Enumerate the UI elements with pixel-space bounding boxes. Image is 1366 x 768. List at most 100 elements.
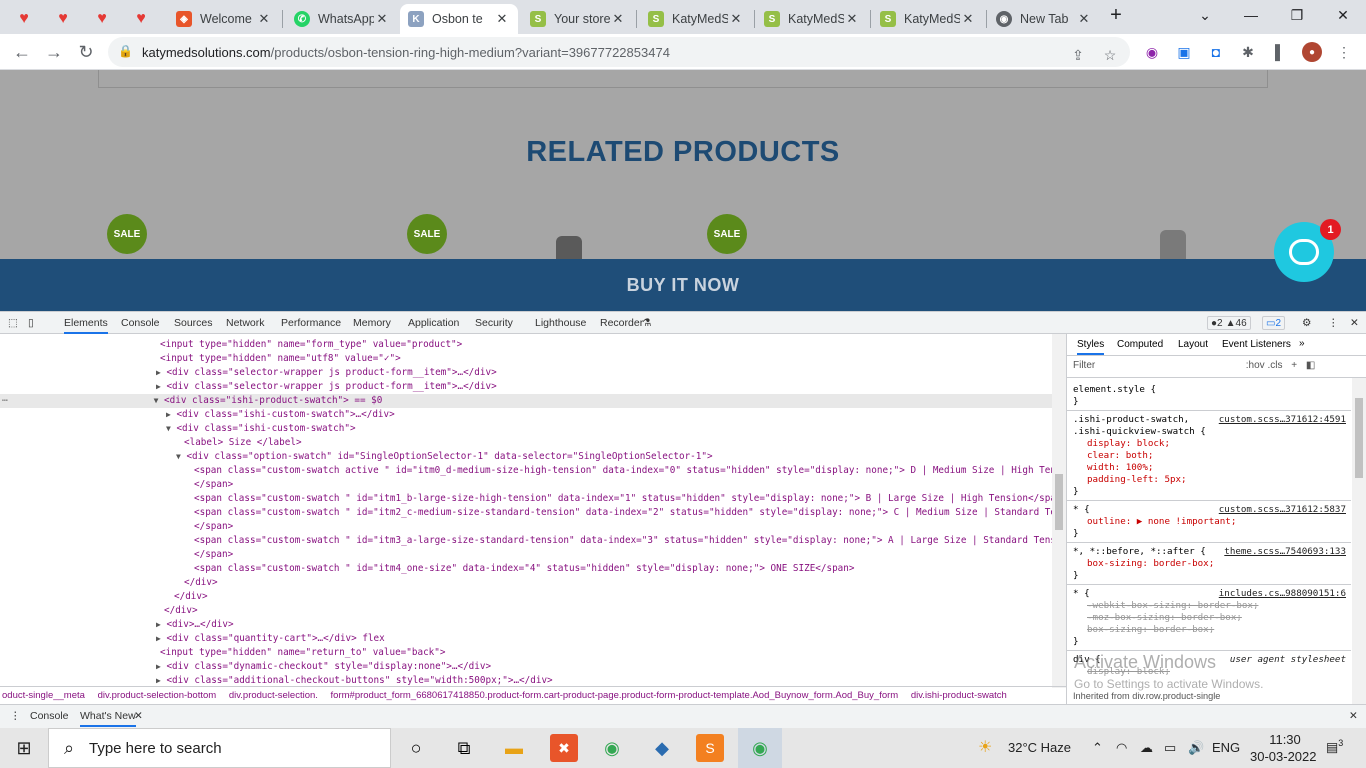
collapse-arrow-icon[interactable]: ▼	[176, 452, 181, 461]
tab-network[interactable]: Network	[226, 317, 265, 329]
scrollbar-thumb[interactable]	[1055, 474, 1063, 530]
tab-lighthouse[interactable]: Lighthouse	[535, 317, 586, 329]
expand-arrow-icon[interactable]: ▶	[156, 368, 161, 377]
weather-icon[interactable]: ☀	[978, 737, 992, 757]
expand-arrow-icon[interactable]: ▶	[156, 634, 161, 643]
more-tabs-icon[interactable]: »	[1299, 338, 1305, 349]
close-icon[interactable]: ✕	[256, 11, 272, 27]
error-warning-counter[interactable]: ● 2 ▲ 46	[1207, 316, 1251, 330]
notification-center-icon[interactable]: ▤3	[1326, 738, 1343, 755]
dom-node[interactable]: <span class="custom-swatch " id="itm2_c-…	[194, 506, 1066, 520]
puzzle-icon[interactable]: ✱	[1238, 42, 1258, 62]
tab-pinned-1[interactable]: ♥	[8, 4, 46, 34]
inspect-icon[interactable]: ⬚	[8, 317, 18, 329]
app-icon[interactable]: ◆	[648, 734, 676, 762]
dom-node[interactable]: <label> Size </label>	[184, 436, 302, 450]
tab-osbon-active[interactable]: K Osbon te ✕	[400, 4, 518, 34]
tab-sources[interactable]: Sources	[174, 317, 213, 329]
hov-cls-toggle[interactable]: :hov .cls	[1246, 360, 1283, 371]
taskbar-search-input[interactable]: ⌕ Type here to search	[48, 728, 391, 768]
breadcrumb-item[interactable]: form#product_form_6680617418850.product-…	[331, 690, 899, 701]
tab-computed[interactable]: Computed	[1117, 339, 1163, 350]
close-icon[interactable]: ✕	[134, 710, 143, 722]
clock-date[interactable]: 30-03-2022	[1250, 749, 1317, 764]
dom-node[interactable]: ▶ <div class="quantity-cart">…</div> fle…	[156, 632, 385, 646]
collapse-arrow-icon[interactable]: ▼	[166, 424, 171, 433]
css-property[interactable]: display: block;	[1087, 438, 1170, 450]
dom-node[interactable]: <span class="custom-swatch " id="itm1_b-…	[194, 492, 1066, 506]
product-image[interactable]	[1160, 230, 1186, 260]
new-tab-button[interactable]: +	[1096, 0, 1136, 30]
css-property[interactable]: width: 100%;	[1087, 462, 1153, 474]
dom-node[interactable]: ▼ <div class="option-swatch" id="SingleO…	[176, 450, 713, 464]
dom-node[interactable]: <input type="hidden" name="return_to" va…	[160, 646, 445, 660]
css-property-overridden[interactable]: -moz-box-sizing: border-box;	[1087, 612, 1242, 624]
tab-layout[interactable]: Layout	[1178, 339, 1208, 350]
tab-application[interactable]: Application	[408, 317, 459, 329]
extension-icon[interactable]: ◉	[1142, 42, 1162, 62]
tab-pinned-3[interactable]: ♥	[86, 4, 124, 34]
share-icon[interactable]: ⇪	[1068, 45, 1088, 65]
rule-source-link[interactable]: theme.scss…7540693:133	[1224, 546, 1346, 557]
tab-event-listeners[interactable]: Event Listeners	[1222, 339, 1291, 350]
window-close-icon[interactable]: ✕	[1320, 0, 1366, 30]
scrollbar-thumb[interactable]	[1355, 398, 1363, 478]
css-property[interactable]: clear: both;	[1087, 450, 1153, 462]
close-drawer-icon[interactable]: ✕	[1349, 710, 1358, 722]
back-icon[interactable]: ←	[8, 38, 36, 66]
tab-whatsapp[interactable]: ✆ WhatsApp ✕	[286, 4, 398, 34]
tab-katymeds-3[interactable]: S KatyMedS ✕	[872, 4, 984, 34]
css-property[interactable]: outline: ▶ none !important;	[1087, 516, 1236, 528]
breadcrumb-item[interactable]: div.product-selection-bottom	[98, 690, 217, 701]
language-indicator[interactable]: ENG	[1212, 740, 1240, 755]
css-property-overridden[interactable]: -webkit-box-sizing: border-box;	[1087, 600, 1258, 612]
close-icon[interactable]: ✕	[374, 11, 390, 27]
close-icon[interactable]: ✕	[1076, 11, 1092, 27]
collapse-arrow-icon[interactable]: ▼	[154, 396, 159, 405]
clock-time[interactable]: 11:30	[1262, 732, 1308, 747]
menu-icon[interactable]: ⋮	[1334, 42, 1354, 62]
settings-gear-icon[interactable]: ⚙	[1302, 317, 1311, 329]
file-explorer-icon[interactable]: ▬	[500, 734, 528, 762]
address-bar[interactable]: 🔒 katymedsolutions.com/products/osbon-te…	[108, 37, 1130, 67]
tab-your-store[interactable]: S Your store ✕	[522, 4, 634, 34]
rule-source-link[interactable]: includes.cs…988090151:6	[1219, 588, 1346, 599]
weather-text[interactable]: 32°C Haze	[1008, 740, 1071, 755]
dom-node[interactable]: <span class="custom-swatch " id="itm4_on…	[194, 562, 854, 576]
battery-icon[interactable]: ▭	[1164, 740, 1176, 756]
tab-performance[interactable]: Performance	[281, 317, 341, 329]
dom-node[interactable]: ▶ <div class="selector-wrapper js produc…	[156, 380, 497, 394]
chrome-active-icon[interactable]: ◉	[738, 728, 782, 768]
dom-node[interactable]: </div>	[164, 604, 198, 618]
dom-node-selected[interactable]: ⋯ ▼ <div class="ishi-product-swatch"> == …	[0, 394, 1052, 408]
tab-katymeds-1[interactable]: S KatyMedS ✕	[640, 4, 752, 34]
star-icon[interactable]: ☆	[1100, 45, 1120, 65]
css-property-overridden[interactable]: box-sizing: border-box;	[1087, 624, 1214, 636]
expand-arrow-icon[interactable]: ▶	[156, 676, 161, 685]
dom-tree-scrollbar[interactable]	[1052, 334, 1066, 688]
breadcrumb-item[interactable]: oduct-single__meta	[2, 690, 85, 701]
chrome-icon[interactable]: ◉	[598, 734, 626, 762]
tab-pinned-4[interactable]: ♥	[125, 4, 163, 34]
reload-icon[interactable]: ↻	[72, 38, 100, 66]
more-options-icon[interactable]: ⋮	[1328, 317, 1339, 329]
toggle-sidebar-icon[interactable]: ◧	[1306, 360, 1315, 371]
dom-node[interactable]: <input type="hidden" name="form_type" va…	[160, 338, 462, 352]
dom-node[interactable]: ▶ <div>…</div>	[156, 618, 234, 632]
dom-node[interactable]: </div>	[174, 590, 208, 604]
minimize-icon[interactable]: —	[1228, 0, 1274, 30]
expand-arrow-icon[interactable]: ▶	[166, 410, 171, 419]
expand-arrow-icon[interactable]: ▶	[156, 382, 161, 391]
close-icon[interactable]: ✕	[728, 11, 744, 27]
tray-expand-icon[interactable]: ⌃	[1092, 740, 1103, 756]
windows-start-icon[interactable]: ⊞	[10, 734, 38, 762]
sublime-text-icon[interactable]: S	[696, 734, 724, 762]
styles-scrollbar[interactable]	[1352, 378, 1366, 704]
xampp-icon[interactable]: ✖	[550, 734, 578, 762]
close-icon[interactable]: ✕	[610, 11, 626, 27]
tab-katymeds-2[interactable]: S KatyMedS ✕	[756, 4, 868, 34]
rule-source-link[interactable]: custom.scss…371612:4591	[1219, 414, 1346, 425]
side-panel-icon[interactable]: ▌	[1270, 42, 1290, 62]
tab-pinned-2[interactable]: ♥	[47, 4, 85, 34]
tab-styles[interactable]: Styles	[1077, 339, 1105, 355]
